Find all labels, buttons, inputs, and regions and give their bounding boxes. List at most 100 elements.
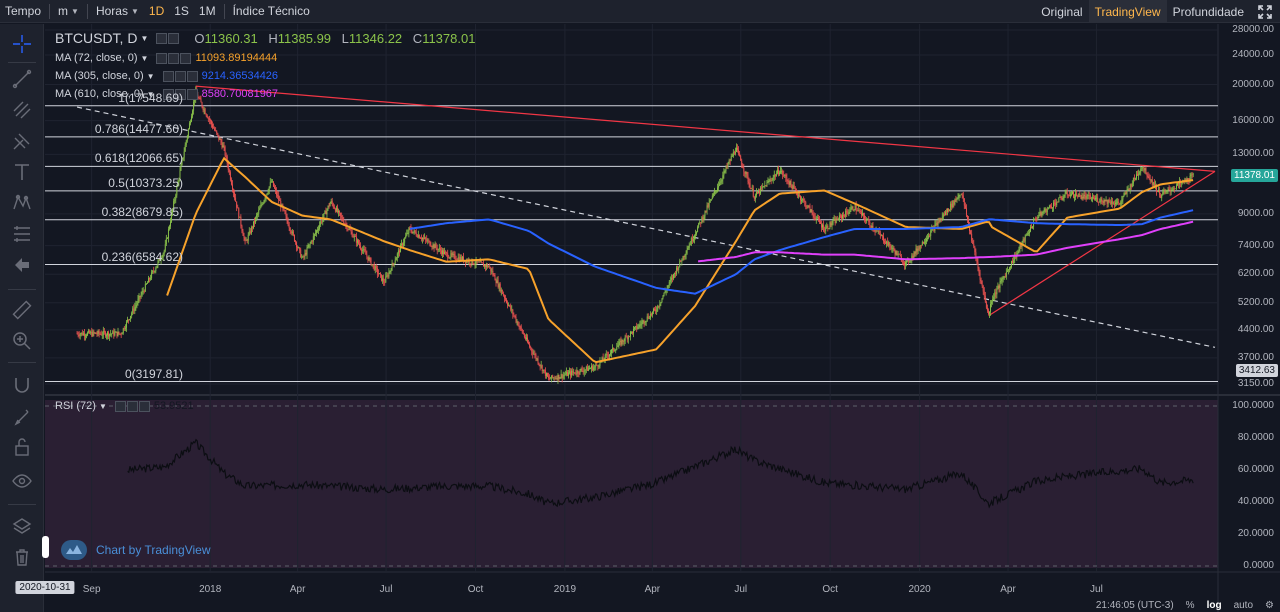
candle-body [454, 254, 456, 259]
candle-body [329, 203, 331, 207]
rsi-label[interactable]: RSI (72) [55, 400, 96, 412]
legend-buttons[interactable] [114, 400, 150, 412]
candle-body [392, 263, 394, 265]
candle-body [1009, 267, 1010, 270]
candle-body [976, 258, 978, 263]
ruler-icon[interactable] [9, 297, 35, 323]
chart-container[interactable]: BTCUSDT, D ▼ O11360.31 H11385.99 L11346.… [15, 24, 1280, 612]
close-icon[interactable] [186, 70, 198, 82]
ma305-label[interactable]: MA (305, close, 0) [55, 70, 144, 82]
interval-1d-button[interactable]: 1D [144, 0, 169, 23]
candle-body [779, 172, 780, 175]
candle-body [759, 190, 761, 194]
candle-body [283, 208, 285, 211]
tradingview-watermark[interactable]: Chart by TradingView [61, 540, 211, 560]
candle-body [355, 236, 357, 243]
candle-body [927, 237, 929, 239]
time-tick-label: Jul [1090, 584, 1103, 595]
trendline-icon[interactable] [9, 66, 35, 92]
eye-icon[interactable] [156, 52, 168, 64]
zoom-icon[interactable] [9, 328, 35, 354]
caret-down-icon[interactable]: ▼ [147, 72, 155, 81]
trash-icon[interactable] [9, 544, 35, 570]
original-view-button[interactable]: Original [1035, 0, 1088, 23]
time-tick-label: Apr [644, 584, 661, 595]
eye-icon[interactable] [156, 32, 168, 44]
settings-icon[interactable] [126, 400, 138, 412]
fib-retracement-icon[interactable] [9, 221, 35, 247]
candle-body [447, 253, 449, 258]
tradingview-view-button[interactable]: TradingView [1088, 0, 1167, 23]
auto-scale-button[interactable]: auto [1228, 600, 1259, 611]
candle-body [520, 326, 522, 330]
candle-body [98, 331, 100, 334]
eye-icon[interactable] [9, 468, 35, 494]
symbol-label[interactable]: BTCUSDT, D [55, 30, 137, 46]
candle-body [820, 222, 821, 224]
candle-body [1141, 167, 1143, 170]
close-icon[interactable] [138, 400, 150, 412]
candle-body [703, 216, 705, 220]
candle-body [382, 278, 384, 281]
candle-body [977, 262, 979, 268]
fullscreen-icon[interactable] [1250, 0, 1280, 23]
crosshair-icon[interactable] [9, 31, 35, 57]
settings-icon[interactable] [174, 70, 186, 82]
log-scale-button[interactable]: log [1201, 600, 1228, 611]
candle-body [496, 280, 498, 283]
candle-body [202, 106, 204, 110]
candle-body [259, 207, 261, 211]
candle-body [857, 210, 859, 212]
depth-view-button[interactable]: Profundidade [1167, 0, 1250, 23]
indicators-button[interactable]: Índice Técnico [228, 0, 315, 23]
candle-body [251, 227, 253, 228]
candle-body [791, 184, 793, 190]
interval-1s-button[interactable]: 1S [169, 0, 194, 23]
caret-down-icon[interactable]: ▼ [141, 54, 149, 63]
candle-body [748, 181, 750, 184]
chart-settings-icon[interactable]: ⚙ [1259, 600, 1280, 611]
interval-dropdown[interactable]: m ▼ [53, 0, 84, 23]
lock-drawings-icon[interactable] [9, 403, 35, 429]
layers-icon[interactable] [9, 513, 35, 539]
candle-body [806, 206, 808, 208]
candle-body [482, 263, 484, 267]
caret-down-icon[interactable]: ▼ [99, 402, 107, 411]
candle-body [363, 249, 365, 251]
candle-body [367, 256, 369, 261]
candle-body [275, 188, 276, 191]
percent-scale-button[interactable]: % [1180, 600, 1201, 611]
candle-body [1145, 167, 1147, 175]
legend-buttons[interactable] [156, 52, 192, 64]
pane-scroll-handle[interactable] [42, 536, 49, 558]
candle-body [289, 227, 291, 232]
candle-body [457, 257, 459, 260]
eye-icon[interactable] [114, 400, 126, 412]
candle-body [896, 251, 898, 256]
candle-body [637, 327, 639, 329]
candle-body [165, 238, 167, 245]
ma72-label[interactable]: MA (72, close, 0) [55, 52, 138, 64]
close-icon[interactable] [186, 88, 198, 100]
eye-icon[interactable] [162, 70, 174, 82]
price-chart[interactable] [45, 24, 1280, 612]
candle-body [509, 305, 511, 306]
candle-body [1099, 201, 1101, 203]
candle-body [1031, 226, 1032, 228]
settings-icon[interactable] [168, 52, 180, 64]
hours-dropdown[interactable]: Horas ▼ [91, 0, 144, 23]
candle-body [432, 244, 434, 247]
caret-down-icon[interactable]: ▼ [140, 34, 148, 43]
candle-body [974, 246, 976, 253]
lock-icon[interactable] [9, 434, 35, 460]
candle-body [644, 322, 646, 324]
legend-buttons[interactable] [162, 70, 198, 82]
settings-icon[interactable] [168, 32, 180, 44]
candle-body [1042, 212, 1044, 213]
candle-body [1025, 235, 1027, 237]
candle-body [1036, 218, 1038, 220]
candle-body [1159, 189, 1161, 195]
interval-1m-button[interactable]: 1M [194, 0, 221, 23]
legend-buttons[interactable] [156, 32, 180, 44]
close-icon[interactable] [180, 52, 192, 64]
